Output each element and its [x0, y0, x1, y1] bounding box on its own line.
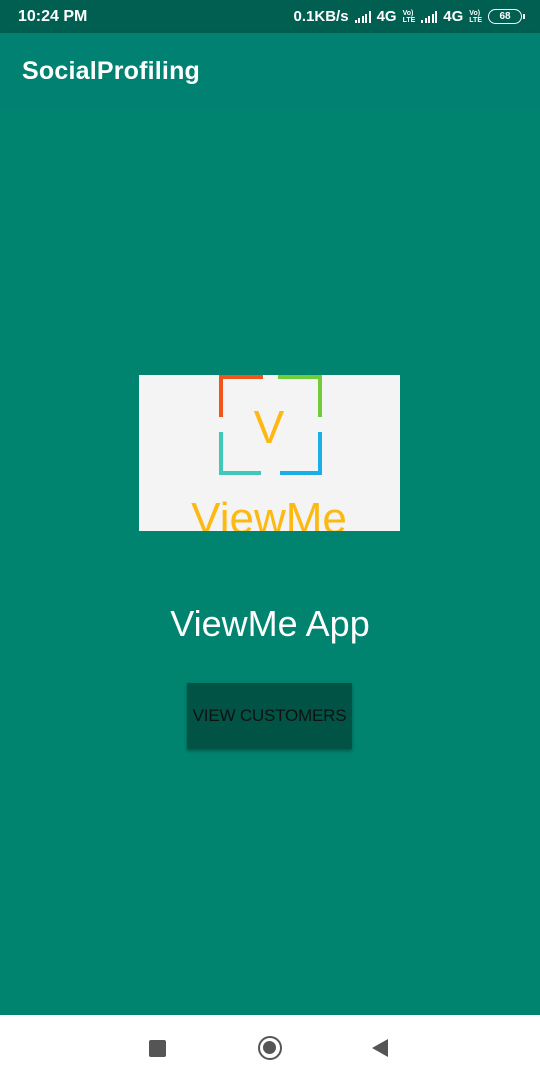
logo-graphic: V ViewMe [191, 375, 347, 531]
battery-level: 68 [499, 11, 511, 22]
network-type-1: 4G [376, 8, 397, 25]
volte-icon-2: Vo) LTE [469, 10, 482, 24]
volte-bottom-2: LTE [469, 16, 482, 24]
volte-bottom: LTE [402, 16, 416, 24]
status-time: 10:24 PM [18, 7, 88, 25]
volte-icon: Vo) LTE [403, 10, 416, 24]
status-bar: 10:24 PM 0.1KB/s 4G Vo) LTE 4G Vo) LTE 6… [0, 0, 540, 33]
app-bar: SocialProfiling [0, 33, 540, 109]
view-customers-button[interactable]: VIEW CUSTOMERS [187, 683, 352, 749]
navigation-bar [0, 1015, 540, 1080]
app-name-heading: ViewMe App [170, 603, 370, 644]
signal-icon [354, 10, 371, 23]
viewme-logo: V ViewMe [139, 375, 400, 531]
volte-top-2: Vo) [469, 9, 481, 17]
app-title: SocialProfiling [22, 56, 201, 85]
recents-square-icon[interactable] [149, 1040, 166, 1057]
home-circle-icon[interactable] [258, 1036, 282, 1060]
back-triangle-icon[interactable] [372, 1039, 388, 1057]
network-speed: 0.1KB/s [293, 8, 349, 25]
main-content: V ViewMe ViewMe App VIEW CUSTOMERS [0, 109, 540, 1015]
logo-letter: V [254, 401, 285, 453]
status-icons: 0.1KB/s 4G Vo) LTE 4G Vo) LTE 68 [293, 8, 525, 25]
signal-icon-2 [421, 10, 438, 23]
network-type-2: 4G [443, 8, 464, 25]
logo-text: ViewMe [191, 494, 347, 531]
battery-icon: 68 [488, 9, 525, 24]
volte-top: Vo) [402, 9, 414, 17]
screen: 10:24 PM 0.1KB/s 4G Vo) LTE 4G Vo) LTE 6… [0, 0, 540, 1080]
